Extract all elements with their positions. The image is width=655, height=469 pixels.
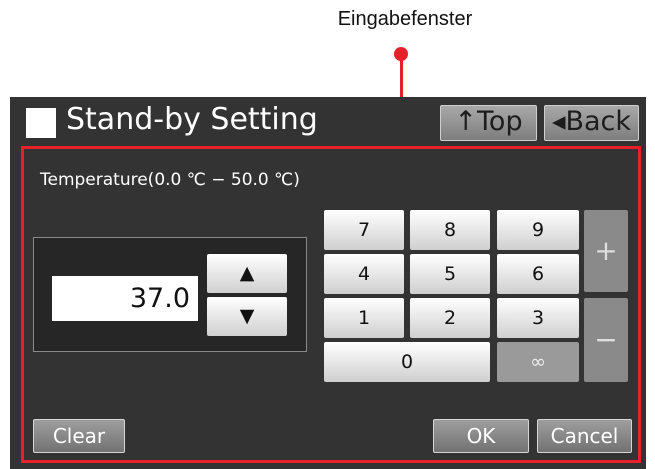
key-4[interactable]: 4 [324, 254, 404, 294]
key-minus[interactable]: − [584, 298, 628, 382]
decrease-button[interactable]: ▼ [207, 297, 287, 336]
key-2[interactable]: 2 [410, 298, 490, 338]
cancel-button[interactable]: Cancel [537, 419, 632, 453]
temperature-value-field[interactable]: 37.0 [52, 276, 198, 321]
key-6[interactable]: 6 [497, 254, 579, 294]
back-button[interactable]: ◂Back [544, 105, 639, 141]
increase-button[interactable]: ▲ [207, 254, 287, 293]
key-infinity[interactable]: ∞ [497, 342, 579, 382]
annotation-label: Eingabefenster [337, 8, 473, 30]
clear-button[interactable]: Clear [33, 419, 125, 453]
key-9[interactable]: 9 [497, 210, 579, 250]
key-8[interactable]: 8 [410, 210, 490, 250]
page-title: Stand-by Setting [66, 102, 318, 137]
key-plus[interactable]: + [584, 210, 628, 292]
ok-button[interactable]: OK [433, 419, 529, 453]
title-checkbox-icon [26, 108, 56, 138]
top-button[interactable]: ↑Top [440, 105, 537, 141]
key-5[interactable]: 5 [410, 254, 490, 294]
temperature-range-label: Temperature(0.0 ℃ − 50.0 ℃) [40, 170, 300, 190]
key-7[interactable]: 7 [324, 210, 404, 250]
key-1[interactable]: 1 [324, 298, 404, 338]
key-0[interactable]: 0 [324, 342, 490, 382]
key-3[interactable]: 3 [497, 298, 579, 338]
